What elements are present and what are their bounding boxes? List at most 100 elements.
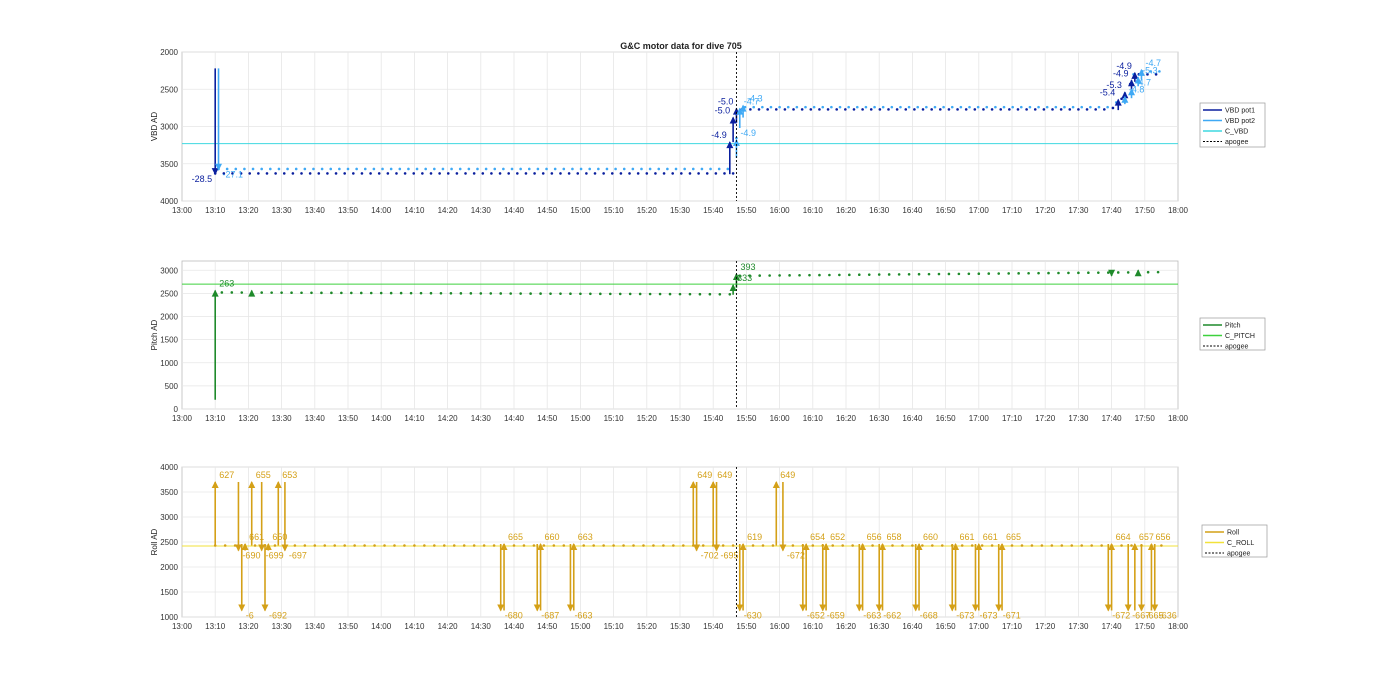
data-point xyxy=(761,105,764,109)
data-point xyxy=(599,292,602,296)
data-point xyxy=(360,172,364,175)
y-tick-label: 2500 xyxy=(160,289,178,298)
data-point xyxy=(282,172,286,175)
x-tick-label: 14:20 xyxy=(438,206,459,215)
data-point xyxy=(409,291,413,295)
event-label: 393 xyxy=(740,262,755,272)
data-point xyxy=(809,108,813,111)
data-point xyxy=(757,108,761,111)
data-point xyxy=(648,167,652,171)
event-label: 660 xyxy=(545,532,560,542)
event-label: 653 xyxy=(282,470,297,480)
data-point xyxy=(381,167,384,171)
data-point xyxy=(671,172,674,175)
data-point xyxy=(542,544,546,547)
data-point xyxy=(1097,105,1101,109)
legend-entry: C_PITCH xyxy=(1225,333,1255,340)
data-point xyxy=(1063,105,1066,109)
data-point xyxy=(499,292,503,295)
data-point xyxy=(999,108,1003,111)
data-point xyxy=(352,172,355,175)
x-tick-label: 17:40 xyxy=(1102,414,1123,423)
data-point xyxy=(921,108,925,111)
x-tick-label: 17:10 xyxy=(1002,414,1023,423)
data-point xyxy=(792,108,795,111)
x-tick-label: 15:40 xyxy=(703,206,724,215)
x-tick-label: 17:30 xyxy=(1068,622,1089,631)
data-point xyxy=(632,544,635,547)
data-point xyxy=(248,172,252,175)
x-tick-label: 14:10 xyxy=(404,414,425,423)
data-point xyxy=(512,544,516,547)
data-point xyxy=(728,293,732,296)
data-point xyxy=(1097,271,1100,274)
x-tick-label: 13:20 xyxy=(238,622,259,631)
subplot-1: 13:00 13:10 13:20 13:30 13:40 13:50 14:00 14:10… xyxy=(150,48,1266,215)
data-point xyxy=(907,105,911,109)
x-tick-label: 15:20 xyxy=(637,206,658,215)
data-point xyxy=(950,105,954,109)
data-point xyxy=(230,291,234,294)
data-point xyxy=(614,167,617,171)
event-label: 656 xyxy=(867,532,882,542)
legend-entry: Pitch xyxy=(1225,323,1241,330)
data-point xyxy=(333,544,337,547)
data-point xyxy=(330,291,333,295)
event-label: 650 xyxy=(272,532,287,542)
event-label: -687 xyxy=(541,611,559,621)
data-point xyxy=(848,273,851,277)
data-point xyxy=(510,167,514,171)
data-point xyxy=(717,167,721,171)
data-point xyxy=(1019,105,1023,109)
data-point xyxy=(490,172,493,175)
x-tick-label: 16:40 xyxy=(902,622,923,631)
event-label: 627 xyxy=(219,470,234,480)
legend-entry: apogee xyxy=(1225,139,1248,146)
data-point xyxy=(462,544,466,547)
legend-entry: C_VBD xyxy=(1225,129,1248,136)
data-point xyxy=(507,172,510,175)
data-point xyxy=(973,108,977,111)
x-tick-label: 18:00 xyxy=(1168,206,1189,215)
x-tick-label: 14:50 xyxy=(537,414,558,423)
data-point xyxy=(579,292,582,296)
data-point xyxy=(855,105,859,109)
x-tick-label: 17:20 xyxy=(1035,206,1056,215)
data-point xyxy=(1028,105,1032,109)
data-point xyxy=(700,167,704,171)
event-label: -28.5 xyxy=(192,174,213,184)
data-point xyxy=(890,105,894,109)
data-point xyxy=(899,105,902,109)
x-tick-label: 16:30 xyxy=(869,414,890,423)
data-point xyxy=(269,167,272,171)
y-tick-label: 2500 xyxy=(160,85,178,94)
data-point xyxy=(1051,108,1054,111)
data-point xyxy=(1156,270,1160,274)
data-point xyxy=(688,172,692,175)
event-label: -4.7 xyxy=(1145,58,1161,68)
event-label: -692 xyxy=(269,611,287,621)
data-point xyxy=(313,544,317,547)
data-point xyxy=(439,291,443,295)
event-label: -673 xyxy=(956,611,974,621)
data-point xyxy=(783,108,787,111)
data-point xyxy=(721,544,725,547)
x-tick-label: 13:10 xyxy=(205,622,226,631)
event-label: -636 xyxy=(1159,611,1177,621)
x-tick-label: 15:30 xyxy=(670,414,691,423)
x-tick-label: 13:20 xyxy=(238,414,259,423)
data-point xyxy=(559,172,562,175)
data-point xyxy=(251,167,255,171)
x-tick-label: 14:10 xyxy=(404,622,425,631)
data-point xyxy=(415,167,419,171)
y-tick-label: 1500 xyxy=(160,336,178,345)
data-point xyxy=(636,172,640,175)
data-point xyxy=(569,292,572,296)
x-tick-label: 14:30 xyxy=(471,206,492,215)
event-label: -680 xyxy=(505,611,523,621)
data-point xyxy=(847,105,850,109)
data-point xyxy=(509,292,512,295)
data-point xyxy=(610,172,614,175)
data-point xyxy=(786,105,790,109)
data-point xyxy=(355,167,358,171)
